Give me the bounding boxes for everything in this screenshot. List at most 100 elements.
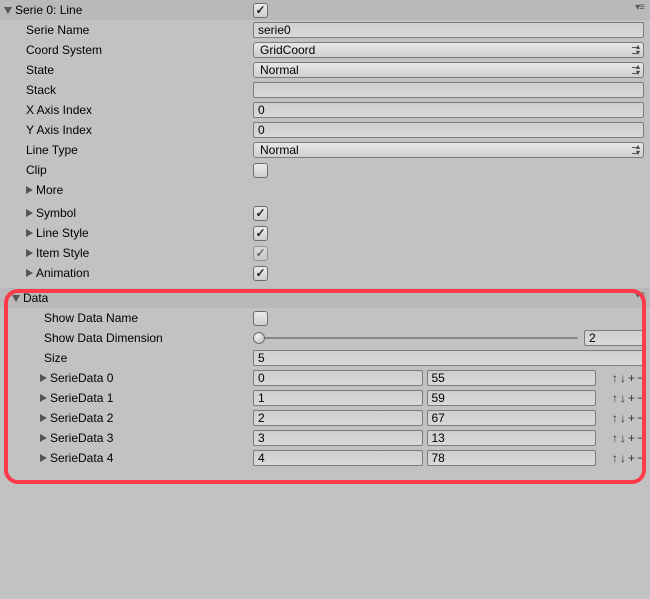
checkbox-clip[interactable] <box>253 163 268 178</box>
label-size: Size <box>4 351 67 365</box>
label-show-data-name: Show Data Name <box>4 311 138 325</box>
select-coord-system-value: GridCoord <box>260 43 315 57</box>
label-line-style: Line Style <box>36 226 89 240</box>
remove-icon[interactable]: − <box>637 371 644 385</box>
move-up-icon[interactable]: ↑ <box>612 431 618 445</box>
row-line-type: Line Type Normal ▴▾ <box>0 140 650 160</box>
label-show-data-dimension: Show Data Dimension <box>4 331 163 345</box>
row-animation[interactable]: Animation ✓ <box>0 263 650 283</box>
move-up-icon[interactable]: ↑ <box>612 411 618 425</box>
add-icon[interactable]: + <box>628 431 635 445</box>
serie-header-row[interactable]: Serie 0: Line ✓ ▾≡ <box>0 0 650 20</box>
label-line-type: Line Type <box>4 143 78 157</box>
row-more[interactable]: More <box>0 180 650 200</box>
move-down-icon[interactable]: ↓ <box>620 371 626 385</box>
input-x-axis-index[interactable] <box>253 102 644 118</box>
foldout-animation[interactable] <box>26 269 33 277</box>
input-serie-data-b[interactable] <box>427 430 597 446</box>
input-size[interactable] <box>253 350 644 366</box>
select-line-type[interactable]: Normal ▴▾ <box>253 142 644 158</box>
serie-data-row: SerieData 1↑↓+− <box>0 388 650 408</box>
input-serie-data-a[interactable] <box>253 430 423 446</box>
label-x-axis-index: X Axis Index <box>4 103 92 117</box>
input-serie-data-b[interactable] <box>427 390 597 406</box>
move-down-icon[interactable]: ↓ <box>620 391 626 405</box>
remove-icon[interactable]: − <box>637 391 644 405</box>
input-show-data-dimension[interactable] <box>584 330 644 346</box>
row-line-style[interactable]: Line Style ✓ <box>0 223 650 243</box>
foldout-serie-data[interactable] <box>40 374 47 382</box>
move-up-icon[interactable]: ↑ <box>612 371 618 385</box>
foldout-serie-data[interactable] <box>40 434 47 442</box>
row-y-axis-index: Y Axis Index <box>0 120 650 140</box>
input-serie-data-b[interactable] <box>427 410 597 426</box>
move-down-icon[interactable]: ↓ <box>620 431 626 445</box>
foldout-more[interactable] <box>26 186 33 194</box>
add-icon[interactable]: + <box>628 391 635 405</box>
foldout-line-style[interactable] <box>26 229 33 237</box>
select-state-value: Normal <box>260 63 299 77</box>
inspector-panel: Serie 0: Line ✓ ▾≡ Serie Name Coord Syst… <box>0 0 650 468</box>
checkbox-symbol[interactable]: ✓ <box>253 206 268 221</box>
foldout-symbol[interactable] <box>26 209 33 217</box>
add-icon[interactable]: + <box>628 371 635 385</box>
row-data[interactable]: Data ▾≡ <box>0 288 650 308</box>
input-serie-data-b[interactable] <box>427 450 597 466</box>
move-down-icon[interactable]: ↓ <box>620 411 626 425</box>
input-stack[interactable] <box>253 82 644 98</box>
serie-data-actions: ↑↓+− <box>596 371 644 385</box>
row-item-style[interactable]: Item Style ✓ <box>0 243 650 263</box>
row-size: Size <box>0 348 650 368</box>
foldout-serie[interactable] <box>4 7 12 14</box>
data-context-menu-icon[interactable]: ▾≡ <box>635 290 644 301</box>
remove-icon[interactable]: − <box>637 411 644 425</box>
select-line-type-value: Normal <box>260 143 299 157</box>
add-icon[interactable]: + <box>628 411 635 425</box>
input-serie-data-a[interactable] <box>253 370 423 386</box>
input-y-axis-index[interactable] <box>253 122 644 138</box>
input-serie-name[interactable] <box>253 22 644 38</box>
row-show-data-name: Show Data Name <box>0 308 650 328</box>
input-serie-data-a[interactable] <box>253 450 423 466</box>
row-coord-system: Coord System GridCoord ▴▾ <box>0 40 650 60</box>
foldout-data[interactable] <box>12 295 20 302</box>
input-serie-data-b[interactable] <box>427 370 597 386</box>
foldout-item-style[interactable] <box>26 249 33 257</box>
label-animation: Animation <box>36 266 89 280</box>
foldout-serie-data[interactable] <box>40 394 47 402</box>
move-down-icon[interactable]: ↓ <box>620 451 626 465</box>
serie-title: Serie 0: Line <box>15 3 82 17</box>
serie-data-row: SerieData 2 ↑↓+− <box>0 408 650 428</box>
remove-icon[interactable]: − <box>637 431 644 445</box>
label-state: State <box>4 63 54 77</box>
foldout-serie-data[interactable] <box>40 414 47 422</box>
context-menu-icon[interactable]: ▾≡ <box>635 2 644 13</box>
checkbox-animation[interactable]: ✓ <box>253 266 268 281</box>
label-serie-data: SerieData 0 <box>50 371 113 385</box>
serie-data-list: SerieData 0↑↓+−SerieData 1↑↓+−SerieData … <box>0 368 650 468</box>
checkbox-show-data-name[interactable] <box>253 311 268 326</box>
row-serie-name: Serie Name <box>0 20 650 40</box>
label-serie-data: SerieData 2 <box>50 411 113 425</box>
checkbox-item-style[interactable]: ✓ <box>253 246 268 261</box>
slider-show-data-dimension[interactable] <box>253 331 578 345</box>
serie-enabled-checkbox[interactable]: ✓ <box>253 3 268 18</box>
foldout-serie-data[interactable] <box>40 454 47 462</box>
add-icon[interactable]: + <box>628 451 635 465</box>
move-up-icon[interactable]: ↑ <box>612 391 618 405</box>
row-x-axis-index: X Axis Index <box>0 100 650 120</box>
move-up-icon[interactable]: ↑ <box>612 451 618 465</box>
checkbox-line-style[interactable]: ✓ <box>253 226 268 241</box>
serie-data-row: SerieData 3 ↑↓+− <box>0 428 650 448</box>
row-state: State Normal ▴▾ <box>0 60 650 80</box>
select-coord-system[interactable]: GridCoord ▴▾ <box>253 42 644 58</box>
label-stack: Stack <box>4 83 56 97</box>
remove-icon[interactable]: − <box>637 451 644 465</box>
serie-data-row: SerieData 0 ↑↓+− <box>0 368 650 388</box>
label-more: More <box>36 183 63 197</box>
input-serie-data-a[interactable] <box>253 390 423 406</box>
select-state[interactable]: Normal ▴▾ <box>253 62 644 78</box>
label-serie-data: SerieData 3 <box>50 431 113 445</box>
input-serie-data-a[interactable] <box>253 410 423 426</box>
row-symbol[interactable]: Symbol ✓ <box>0 203 650 223</box>
